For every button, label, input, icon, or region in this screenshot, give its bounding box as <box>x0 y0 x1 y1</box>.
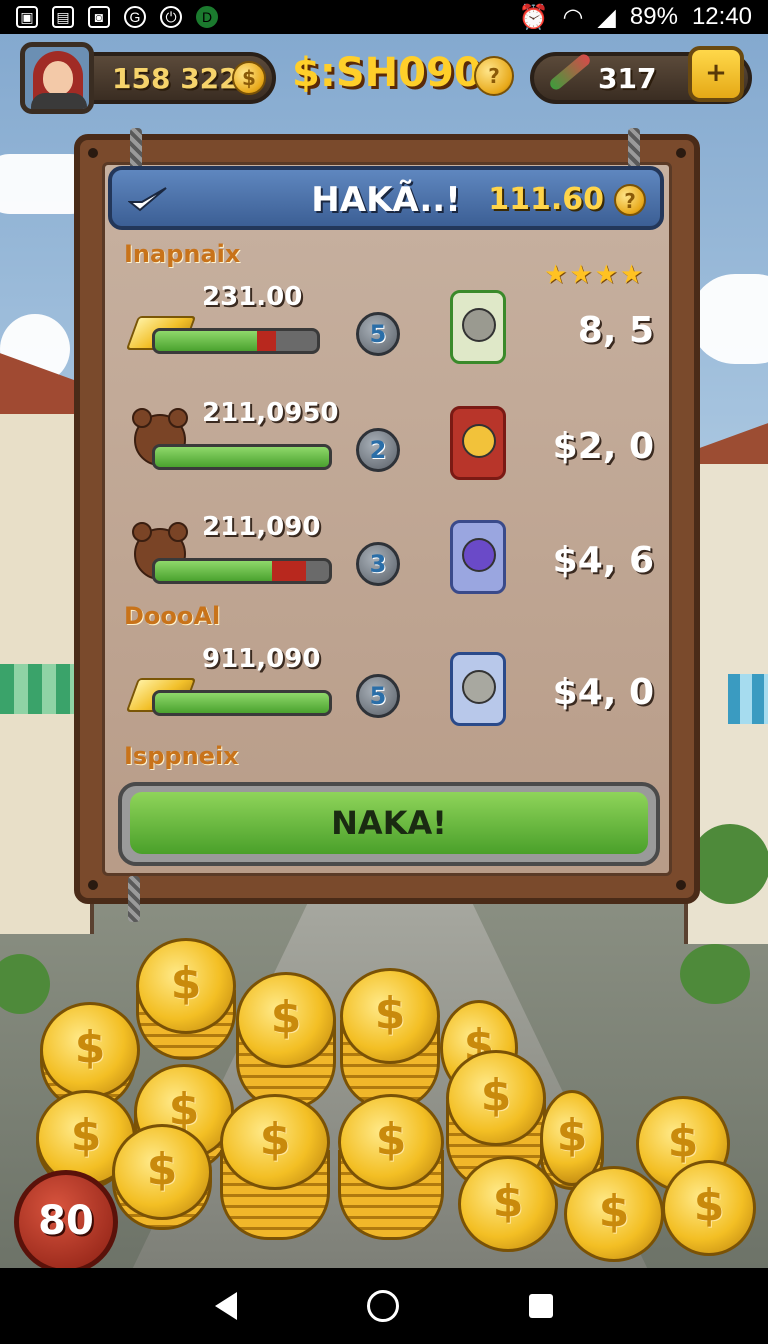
dollar-coin-icon: $ <box>338 1094 444 1190</box>
character-card[interactable] <box>440 290 516 372</box>
row-price: $2, 0 <box>552 426 654 467</box>
section-label: DoooAl <box>124 602 221 630</box>
dollar-coin-icon: $ <box>136 938 236 1034</box>
shop-row[interactable]: 911,090 5 $4, 0 <box>118 644 666 744</box>
character-card[interactable] <box>440 652 516 734</box>
system-nav-bar <box>0 1268 768 1344</box>
row-price: $4, 0 <box>552 672 654 713</box>
bush <box>690 824 768 904</box>
row-value: 211,0950 <box>202 398 339 428</box>
sync-notification-icon: G <box>124 6 146 28</box>
hanging-rope <box>128 876 140 922</box>
row-price: $4, 6 <box>552 540 654 581</box>
image-notification-icon: ▣ <box>16 6 38 28</box>
level-badge: 5 <box>356 312 400 356</box>
game-notification-icon: ◙ <box>88 6 110 28</box>
signal-icon: ◢ <box>597 3 616 31</box>
shop-row[interactable]: 211,090 3 $4, 6 <box>118 512 666 612</box>
shop-row[interactable]: 231.00 5 8, 5 <box>118 282 666 382</box>
progress-bar <box>152 690 332 716</box>
player-avatar[interactable] <box>20 42 94 114</box>
coin-count: 158 322 <box>112 62 239 95</box>
recent-apps-icon[interactable] <box>529 1294 553 1318</box>
dollar-coin-icon: $ <box>220 1094 330 1190</box>
dollar-coin-icon: $ <box>236 972 336 1068</box>
add-currency-button[interactable]: + <box>688 46 744 102</box>
timer-notification-icon: ⏻ <box>160 6 182 28</box>
save-notification-icon: ▤ <box>52 6 74 28</box>
dollar-coin-icon: $ <box>40 1002 140 1098</box>
row-value: 911,090 <box>202 644 321 674</box>
round-counter-badge[interactable]: 80 <box>14 1170 118 1274</box>
clock-icon <box>462 538 496 572</box>
dollar-coin-icon: $ <box>446 1050 546 1146</box>
level-badge: 5 <box>356 674 400 718</box>
cloud <box>690 274 768 364</box>
naka-button-label: NAKA! <box>130 792 648 854</box>
level-badge: 3 <box>356 542 400 586</box>
dollar-coin-icon: $ <box>458 1156 558 1252</box>
panel-amount: 111.60 <box>488 182 604 217</box>
character-card[interactable] <box>440 406 516 488</box>
row-value: 231.00 <box>202 282 303 312</box>
panel-header: HAKÃ..! 111.60 ? <box>108 166 664 230</box>
awning <box>0 664 76 714</box>
wifi-icon: ◠ <box>562 3 584 31</box>
awning <box>728 674 768 724</box>
progress-bar <box>152 444 332 470</box>
bush <box>0 954 50 1014</box>
character-card[interactable] <box>440 520 516 602</box>
bonus-coin-icon[interactable]: ? <box>474 56 514 96</box>
dollar-coin-icon: $ <box>564 1166 664 1262</box>
back-icon[interactable] <box>215 1292 237 1320</box>
row-price: 8, 5 <box>577 310 654 351</box>
character-icon <box>462 424 496 458</box>
gem-count: 317 <box>598 62 657 95</box>
row-value: 211,090 <box>202 512 321 542</box>
character-icon <box>462 670 496 704</box>
character-icon <box>462 308 496 342</box>
section-label: Isppneix <box>124 742 239 770</box>
section-label: Inapnaix <box>124 240 241 268</box>
total-score: $:SH090 <box>292 50 482 96</box>
top-hud: 158 322 $ $:SH090 ? 317 + <box>0 42 768 114</box>
coin-icon: ? <box>614 184 646 216</box>
dollar-coin-icon: $ <box>340 968 440 1064</box>
coin-icon: $ <box>232 61 266 95</box>
dollar-coin-icon: $ <box>112 1124 212 1220</box>
alarm-icon: ⏰ <box>518 3 549 31</box>
dollar-coin-icon: $ <box>662 1160 756 1256</box>
status-bar: ▣ ▤ ◙ G ⏻ D ⏰ ◠ ◢ 89% 12:40 <box>0 0 768 34</box>
bush <box>680 944 750 1004</box>
progress-bar <box>152 558 332 584</box>
level-badge: 2 <box>356 428 400 472</box>
clock: 12:40 <box>691 3 752 30</box>
home-icon[interactable] <box>367 1290 399 1322</box>
app-notification-icon: D <box>196 6 218 28</box>
shop-row[interactable]: 211,0950 2 $2, 0 <box>118 398 666 498</box>
progress-bar <box>152 328 320 354</box>
naka-button[interactable]: NAKA! <box>118 782 660 866</box>
battery-level: 89% <box>629 3 678 30</box>
